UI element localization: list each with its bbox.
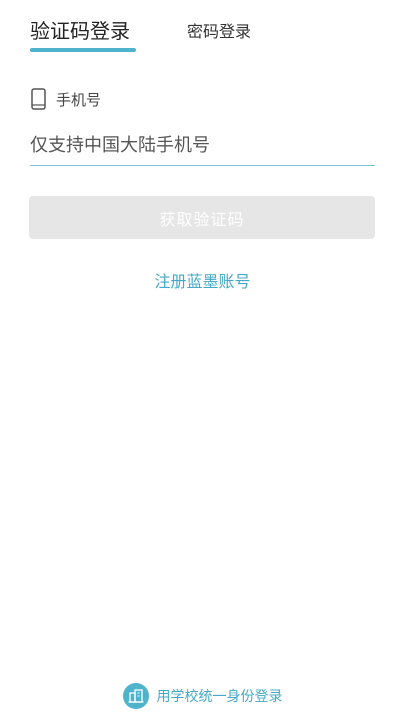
get-code-button[interactable]: 获取验证码	[29, 196, 375, 239]
school-sso-login-button[interactable]: 用学校统一身份登录	[0, 682, 405, 710]
phone-field-label-row: 手机号	[31, 87, 101, 111]
tab-sms-login[interactable]: 验证码登录	[30, 16, 136, 52]
login-page: 验证码登录 密码登录 手机号 获取验证码 注册蓝墨账号	[0, 0, 405, 720]
phone-icon	[31, 88, 46, 110]
register-link[interactable]: 注册蓝墨账号	[0, 268, 405, 292]
phone-input-wrapper	[30, 127, 375, 166]
phone-input[interactable]	[30, 127, 375, 163]
active-tab-indicator	[30, 48, 136, 52]
login-tabs: 验证码登录 密码登录	[30, 16, 375, 56]
school-building-icon	[122, 683, 149, 709]
tab-password-login[interactable]: 密码登录	[187, 21, 251, 43]
tab-password-login-label: 密码登录	[187, 22, 252, 41]
school-sso-label: 用学校统一身份登录	[156, 689, 283, 705]
tab-sms-login-label: 验证码登录	[30, 19, 130, 43]
phone-field-label: 手机号	[56, 90, 102, 109]
